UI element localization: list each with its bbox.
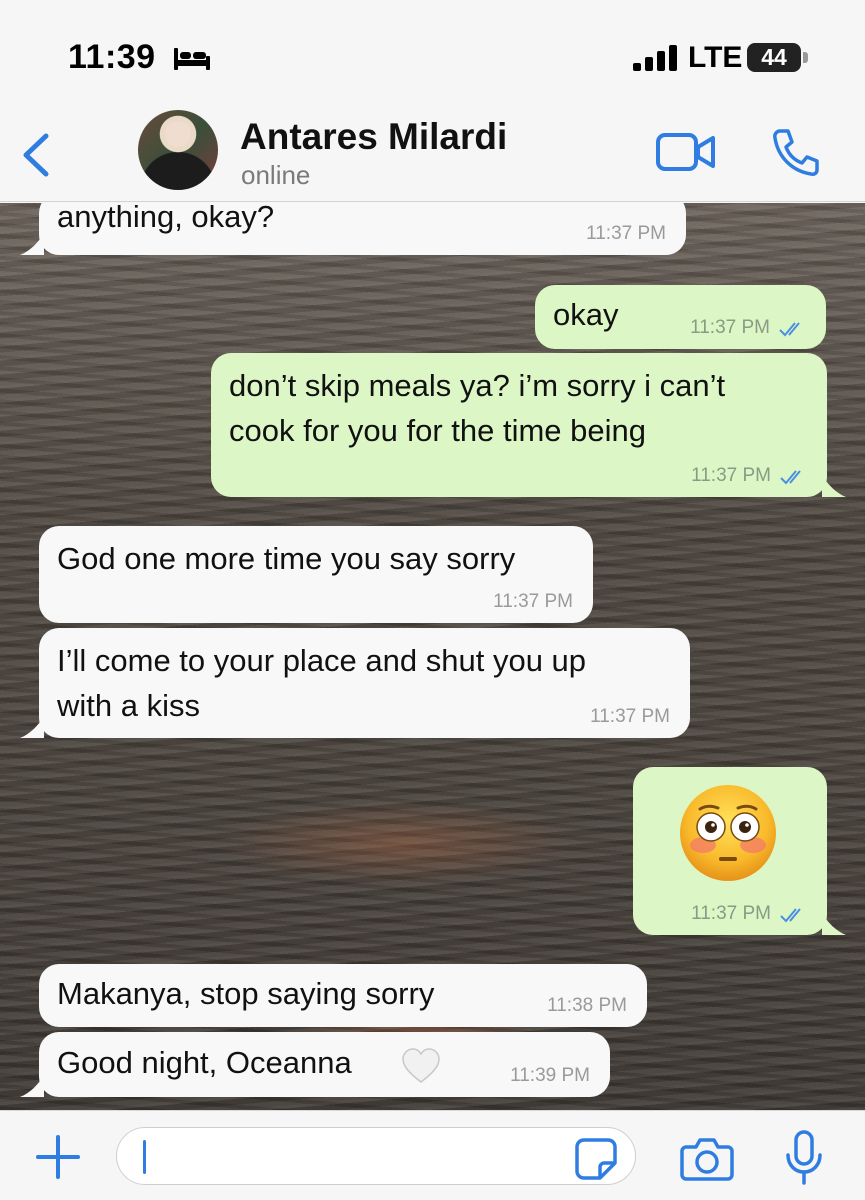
message-time: 11:37 PM [493,591,573,612]
read-ticks-icon [780,470,801,485]
message-time: 11:39 PM [510,1065,590,1086]
battery-nub [803,52,808,63]
plus-icon[interactable] [34,1133,82,1181]
back-icon[interactable] [18,130,54,180]
message-time: 11:37 PM [590,706,670,727]
message-bubble-outgoing[interactable]: okay 11:37 PM [535,285,826,349]
chat-header: Antares Milardi online [0,102,865,202]
read-ticks-icon [779,322,800,337]
message-text: Good night, Oceanna [57,1045,352,1080]
chat-area[interactable]: anything, okay? 11:37 PM okay 11:37 PM d… [0,203,865,1110]
status-bar: 11:39 LTE 44 [0,0,865,110]
bubble-tail [20,716,44,738]
message-bubble-incoming[interactable]: anything, okay? 11:37 PM [39,203,686,255]
text-cursor [143,1140,146,1174]
read-ticks-icon [780,908,801,923]
message-bubble-incoming[interactable]: God one more time you say sorry 11:37 PM [39,526,593,623]
voice-call-icon[interactable] [770,126,822,178]
white-heart-emoji [402,1048,440,1083]
bubble-tail [20,233,44,255]
message-bubble-incoming[interactable]: Good night, Oceanna 11:39 PM [39,1032,610,1097]
flushed-face-emoji [680,785,776,881]
contact-name[interactable]: Antares Milardi [240,116,507,158]
message-time: 11:37 PM [586,223,666,244]
message-bubble-incoming[interactable]: I’ll come to your place and shut you up … [39,628,690,738]
avatar[interactable] [138,110,218,190]
bubble-tail [20,1075,44,1097]
battery-icon: 44 [747,43,801,72]
network-label: LTE [688,41,743,74]
status-time: 11:39 [68,38,156,76]
message-time: 11:37 PM [691,903,771,924]
sticker-icon[interactable] [574,1137,618,1181]
bubble-tail [822,913,846,935]
message-bubble-outgoing[interactable]: don’t skip meals ya? i’m sorry i can’t c… [211,353,827,497]
video-call-icon[interactable] [655,130,717,174]
message-bubble-incoming[interactable]: Makanya, stop saying sorry 11:38 PM [39,964,647,1027]
message-text: God one more time you say sorry [57,541,516,576]
message-text: I’ll come to your place and shut you up … [57,643,587,723]
message-time: 11:37 PM [690,317,770,338]
message-text: don’t skip meals ya? i’m sorry i can’t c… [229,368,726,448]
message-input[interactable] [116,1127,636,1185]
message-time: 11:38 PM [547,995,627,1016]
message-text: Makanya, stop saying sorry [57,976,435,1011]
input-bar [0,1110,865,1200]
signal-icon [633,45,677,71]
camera-icon[interactable] [680,1135,734,1183]
message-text: okay [553,297,619,332]
microphone-icon[interactable] [784,1129,824,1187]
bed-icon [174,48,210,70]
message-time: 11:37 PM [691,465,771,486]
message-text: anything, okay? [57,203,275,234]
bubble-tail [822,475,846,497]
contact-status: online [241,160,311,190]
message-bubble-outgoing[interactable]: 11:37 PM [633,767,827,935]
